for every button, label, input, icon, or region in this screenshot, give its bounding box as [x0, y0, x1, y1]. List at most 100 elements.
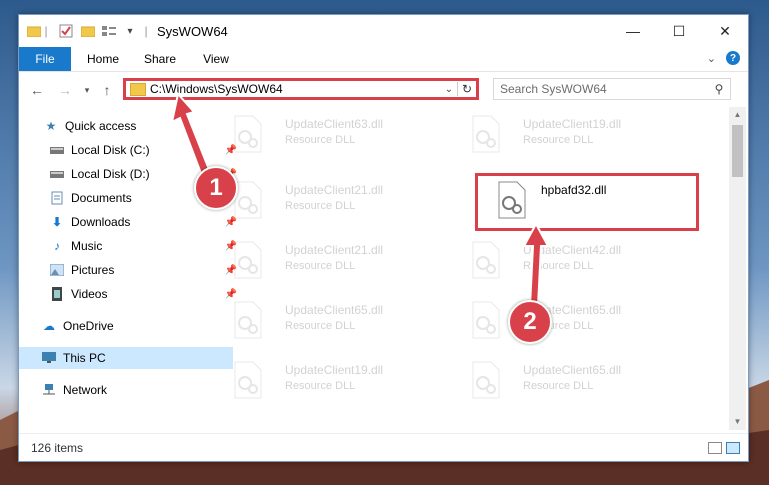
file-type: Resource DLL: [523, 134, 594, 146]
file-type: Resource DLL: [285, 260, 356, 272]
customize-toolbar-icon[interactable]: [101, 23, 117, 39]
up-arrow-icon[interactable]: ↑: [97, 80, 117, 100]
sidebar-item-label: Local Disk (C:): [71, 143, 150, 157]
window-title: SysWOW64: [157, 24, 228, 39]
file-type: Resource DLL: [285, 320, 356, 332]
sidebar-item-label: Videos: [71, 287, 108, 301]
onedrive-icon: ☁: [43, 319, 55, 333]
drive-icon: [49, 143, 65, 157]
folder-icon: [27, 23, 41, 39]
file-name: UpdateClient65.dll: [523, 363, 622, 377]
sidebar-item-label: Pictures: [71, 263, 115, 277]
file-item[interactable]: UpdateClient21.dll Resource DLL: [215, 233, 445, 285]
separator: |: [144, 24, 148, 38]
minimize-button[interactable]: —: [610, 15, 656, 47]
expand-ribbon-icon[interactable]: ⌄: [707, 52, 716, 65]
scroll-down-icon[interactable]: ▼: [729, 414, 746, 430]
step-badge-2: 2: [508, 300, 552, 344]
sidebar-item-label: Downloads: [71, 215, 131, 229]
explorer-window: | ▾ | SysWOW64 — ☐ ✕ File Home Share Vie…: [18, 14, 749, 462]
dll-file-icon: [472, 361, 500, 399]
ribbon-help-area: ⌄ ?: [707, 51, 740, 65]
view-toggle: [708, 442, 740, 454]
drive-icon: [49, 167, 65, 181]
sidebar-item-label: OneDrive: [63, 319, 114, 333]
pc-icon: [41, 351, 57, 365]
file-list: UpdateClient63.dll Resource DLL UpdateCl…: [215, 107, 727, 430]
tab-share[interactable]: Share: [137, 47, 183, 71]
ribbon-tabs: File Home Share View ⌄ ?: [19, 47, 748, 71]
large-icons-view-icon[interactable]: [726, 442, 740, 454]
folder-icon: [130, 82, 146, 96]
details-view-icon[interactable]: [708, 442, 722, 454]
network-icon: [41, 383, 57, 397]
sidebar-item-onedrive[interactable]: ☁ OneDrive: [19, 315, 233, 337]
tab-view[interactable]: View: [195, 47, 237, 71]
annotation-arrow-2: [522, 222, 550, 307]
properties-icon[interactable]: [59, 23, 73, 39]
pictures-icon: [49, 263, 65, 277]
file-item[interactable]: UpdateClient19.dll Resource DLL: [453, 107, 683, 159]
search-input[interactable]: Search SysWOW64: [494, 82, 708, 96]
status-bar: 126 items: [19, 433, 748, 462]
file-item[interactable]: UpdateClient63.dll Resource DLL: [215, 107, 445, 159]
title-bar: | ▾ | SysWOW64 — ☐ ✕: [19, 15, 748, 47]
file-item[interactable]: UpdateClient65.dll Resource DLL: [215, 293, 445, 345]
file-item[interactable]: UpdateClient21.dll Resource DLL: [215, 173, 445, 225]
file-name: UpdateClient65.dll: [285, 303, 384, 317]
search-box[interactable]: Search SysWOW64 ⚲: [493, 78, 731, 100]
search-icon[interactable]: ⚲: [708, 82, 730, 96]
videos-icon: [49, 287, 65, 301]
item-count: 126 items: [31, 441, 84, 455]
dll-file-icon: [472, 115, 500, 153]
sidebar-item-label: Music: [71, 239, 103, 253]
star-icon: ★: [45, 119, 57, 133]
new-folder-icon[interactable]: [81, 23, 95, 39]
navigation-bar: ← → ▾ ↑ C:\Windows\SysWOW64 ⌄ ↻ Search S…: [19, 71, 748, 108]
chevron-down-icon[interactable]: ⌄: [441, 84, 457, 95]
dll-file-icon: [234, 241, 262, 279]
sidebar-item-pictures[interactable]: Pictures 📌: [19, 259, 241, 281]
dll-file-icon: [472, 241, 500, 279]
file-item[interactable]: UpdateClient65.dll Resource DLL: [453, 353, 683, 405]
file-name: UpdateClient63.dll: [285, 117, 384, 131]
file-name: UpdateClient19.dll: [523, 117, 622, 131]
file-type: Resource DLL: [285, 200, 356, 212]
sidebar-item-network[interactable]: Network: [19, 379, 233, 401]
file-item[interactable]: UpdateClient19.dll Resource DLL: [215, 353, 445, 405]
music-icon: ♪: [54, 239, 60, 253]
documents-icon: [49, 191, 65, 205]
close-button[interactable]: ✕: [702, 15, 748, 47]
help-icon[interactable]: ?: [726, 51, 740, 65]
dropdown-icon[interactable]: ▾: [125, 23, 135, 39]
scroll-up-icon[interactable]: ▲: [729, 107, 746, 123]
sidebar-item-music[interactable]: ♪ Music 📌: [19, 235, 241, 257]
sidebar-item-label: Network: [63, 383, 108, 397]
scrollbar-thumb[interactable]: [732, 125, 743, 177]
separator: |: [44, 24, 48, 38]
file-name: UpdateClient21.dll: [285, 243, 384, 257]
sidebar-item-downloads[interactable]: ⬇ Downloads 📌: [19, 211, 241, 233]
dll-file-icon: [234, 361, 262, 399]
sidebar-item-label: Documents: [71, 191, 132, 205]
file-item[interactable]: UpdateClient42.dll Resource DLL: [453, 233, 683, 285]
maximize-button[interactable]: ☐: [656, 15, 702, 47]
step-badge-1: 1: [194, 166, 238, 210]
file-item[interactable]: UpdateClient65.dll Resource DLL: [453, 293, 683, 345]
file-name: UpdateClient21.dll: [285, 183, 384, 197]
tab-home[interactable]: Home: [79, 47, 127, 71]
forward-arrow-icon[interactable]: →: [55, 80, 75, 100]
file-type: Resource DLL: [285, 380, 356, 392]
back-arrow-icon[interactable]: ←: [27, 80, 47, 100]
sidebar-item-videos[interactable]: Videos 📌: [19, 283, 241, 305]
refresh-icon[interactable]: ↻: [457, 82, 476, 96]
dll-file-icon: [234, 301, 262, 339]
tab-file[interactable]: File: [19, 47, 71, 71]
vertical-scrollbar[interactable]: ▲ ▼: [729, 107, 746, 430]
file-name: UpdateClient19.dll: [285, 363, 384, 377]
sidebar-item-label: Local Disk (D:): [71, 167, 150, 181]
downloads-icon: ⬇: [51, 215, 63, 229]
file-highlight-box: [475, 173, 699, 231]
sidebar-item-this-pc[interactable]: This PC: [19, 347, 233, 369]
recent-locations-icon[interactable]: ▾: [77, 80, 97, 100]
